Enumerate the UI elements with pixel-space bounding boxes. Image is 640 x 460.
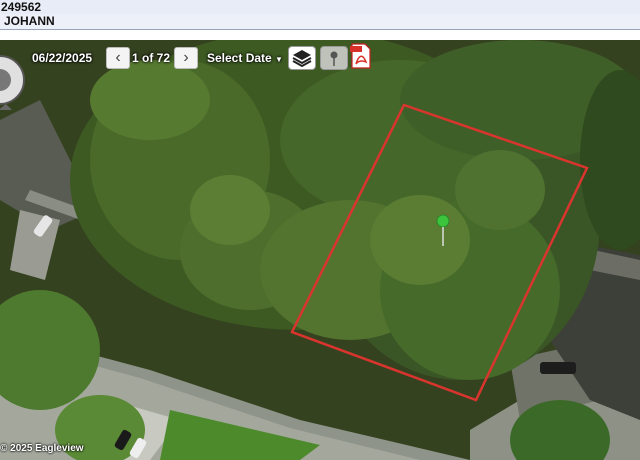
layers-button[interactable]	[288, 46, 316, 70]
select-date-label: Select Date	[207, 51, 272, 65]
prev-image-button[interactable]: ‹	[106, 47, 130, 69]
aerial-map[interactable]	[0, 40, 640, 460]
select-date-dropdown[interactable]: Select Date ▼	[207, 51, 283, 65]
imagery-copyright: © 2025 Eagleview	[0, 443, 84, 454]
parcel-id-row: 249562	[0, 0, 640, 15]
pin-button[interactable]	[320, 46, 348, 70]
pdf-icon	[350, 43, 371, 69]
next-image-button[interactable]: ›	[174, 47, 198, 69]
owner-row: JOHANN	[0, 14, 640, 30]
aerial-imagery	[0, 40, 640, 460]
imagery-date: 06/22/2025	[32, 51, 93, 65]
imagery-toolbar: 06/22/2025 ‹ 1 of 72 › Select Date ▼	[0, 43, 640, 70]
chevron-right-icon: ›	[183, 49, 189, 66]
image-count: 1 of 72	[132, 51, 171, 65]
header: 249562 JOHANN	[0, 0, 640, 40]
caret-down-icon: ▼	[275, 55, 283, 64]
chevron-left-icon: ‹	[115, 49, 121, 66]
owner-name: JOHANN	[4, 14, 55, 28]
pin-icon	[330, 51, 338, 66]
parcel-id: 249562	[1, 0, 42, 14]
layers-icon	[292, 50, 312, 68]
pdf-button[interactable]	[350, 42, 372, 70]
